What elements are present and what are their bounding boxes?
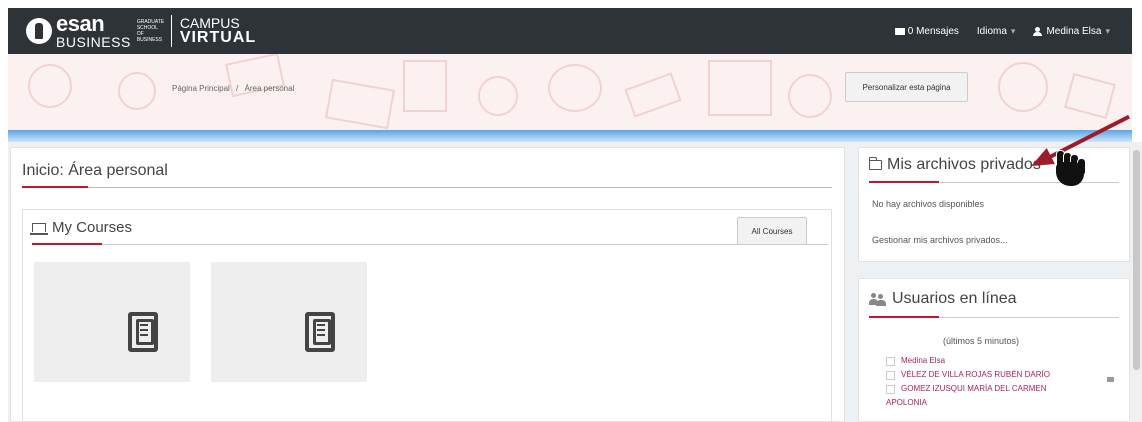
online-user-name: Medina Elsa <box>901 356 946 365</box>
language-menu[interactable]: Idioma ▾ <box>977 26 1016 37</box>
user-icon <box>1033 26 1043 36</box>
decor-circle <box>28 64 72 108</box>
messages-menu[interactable]: 0 Mensajes <box>894 25 959 37</box>
my-courses-label: My Courses <box>52 219 133 236</box>
breadcrumb-separator: / <box>236 84 239 93</box>
courses-accent <box>32 243 102 245</box>
decor-shape <box>624 72 682 118</box>
online-users-timeframe: (últimos 5 minutos) <box>943 336 1020 346</box>
course-tile[interactable] <box>211 262 367 382</box>
user-name: Medina Elsa <box>1046 25 1102 37</box>
logo-text: esan BUSINESS <box>56 11 131 50</box>
list-item[interactable]: VÉLEZ DE VILLA ROJAS RUBÉN DARÍO <box>886 368 1086 382</box>
customize-page-button[interactable]: Personalizar esta página <box>845 72 968 102</box>
breadcrumb-current[interactable]: Área personal <box>245 84 295 93</box>
online-user-name: GOMEZ IZUSQUI MARÍA DEL CARMEN <box>901 384 1047 393</box>
chevron-down-icon: ▾ <box>1010 25 1016 36</box>
user-avatar-icon <box>886 371 895 380</box>
chevron-down-icon: ▾ <box>1105 25 1110 36</box>
top-navbar: esan BUSINESS GRADUATE SCHOOL OF BUSINES… <box>8 8 1132 54</box>
decor-shape <box>325 78 395 130</box>
private-files-title: Mis archivos privados <box>868 156 1041 174</box>
logo-sub: BUSINESS <box>56 34 131 50</box>
esan-logo[interactable]: esan BUSINESS GRADUATE SCHOOL OF BUSINES… <box>26 11 256 50</box>
breadcrumb: Página Principal / Área personal <box>172 84 294 93</box>
users-icon <box>869 292 886 306</box>
user-avatar-icon <box>886 385 895 394</box>
decor-shape <box>1064 72 1116 120</box>
private-files-label: Mis archivos privados <box>887 156 1041 173</box>
decor-shape <box>403 60 447 112</box>
user-menu[interactable]: Medina Elsa ▾ <box>1033 26 1110 37</box>
online-user-name: VÉLEZ DE VILLA ROJAS RUBÉN DARÍO <box>901 370 1050 379</box>
online-users-list: Medina Elsa VÉLEZ DE VILLA ROJAS RUBÉN D… <box>886 354 1086 410</box>
list-item[interactable]: Medina Elsa <box>886 354 1086 368</box>
navbar-menu: 0 Mensajes Idioma ▾ Medina Elsa ▾ <box>877 8 1110 54</box>
decor-circle <box>478 76 518 116</box>
breadcrumb-home[interactable]: Página Principal <box>172 84 230 93</box>
online-user-name: APOLONIA <box>886 398 927 407</box>
block-accent <box>869 181 939 183</box>
send-message-icon[interactable] <box>1107 377 1114 382</box>
esan-emblem-icon <box>26 18 52 44</box>
list-item[interactable]: GOMEZ IZUSQUI MARÍA DEL CARMEN <box>886 382 1086 396</box>
list-item-continued[interactable]: APOLONIA <box>886 396 1086 410</box>
page-title: Inicio: Área personal <box>22 162 168 179</box>
language-label: Idioma <box>976 25 1007 37</box>
folder-icon <box>868 157 882 170</box>
courses-divider <box>32 244 828 245</box>
decor-circle <box>998 62 1048 112</box>
laptop-icon <box>30 223 48 235</box>
online-users-label: Usuarios en línea <box>892 290 1017 307</box>
course-tile[interactable] <box>34 262 190 382</box>
my-courses-title: My Courses <box>30 219 133 236</box>
logo-small-text: GRADUATE SCHOOL OF BUSINESS <box>136 19 165 43</box>
logo-divider <box>170 15 172 47</box>
online-users-title: Usuarios en línea <box>869 290 1017 308</box>
scrollbar-thumb[interactable] <box>1133 150 1140 370</box>
user-avatar-icon <box>886 357 895 366</box>
block-accent <box>869 316 939 318</box>
all-courses-button[interactable]: All Courses <box>737 217 807 245</box>
messages-label: 0 Mensajes <box>907 25 959 37</box>
heading-divider <box>22 187 832 188</box>
hand-cursor-icon <box>1050 150 1090 188</box>
book-icon <box>128 312 158 352</box>
envelope-icon <box>894 27 905 35</box>
heading-accent <box>22 186 88 188</box>
decor-circle <box>548 64 602 112</box>
decor-circle <box>788 74 832 118</box>
no-files-text: No hay archivos disponibles <box>872 199 985 209</box>
decor-circle <box>118 72 156 110</box>
blue-band <box>8 130 1132 142</box>
logo-campus-line2: VIRTUAL <box>179 29 257 46</box>
logo-brand: esan <box>56 11 105 36</box>
logo-campus: CAMPUS VIRTUAL <box>180 16 256 46</box>
manage-private-files-link[interactable]: Gestionar mis archivos privados... <box>872 235 1008 245</box>
logo-campus-line1: CAMPUS <box>179 15 240 31</box>
book-icon <box>305 312 335 352</box>
decor-shape <box>708 60 772 116</box>
